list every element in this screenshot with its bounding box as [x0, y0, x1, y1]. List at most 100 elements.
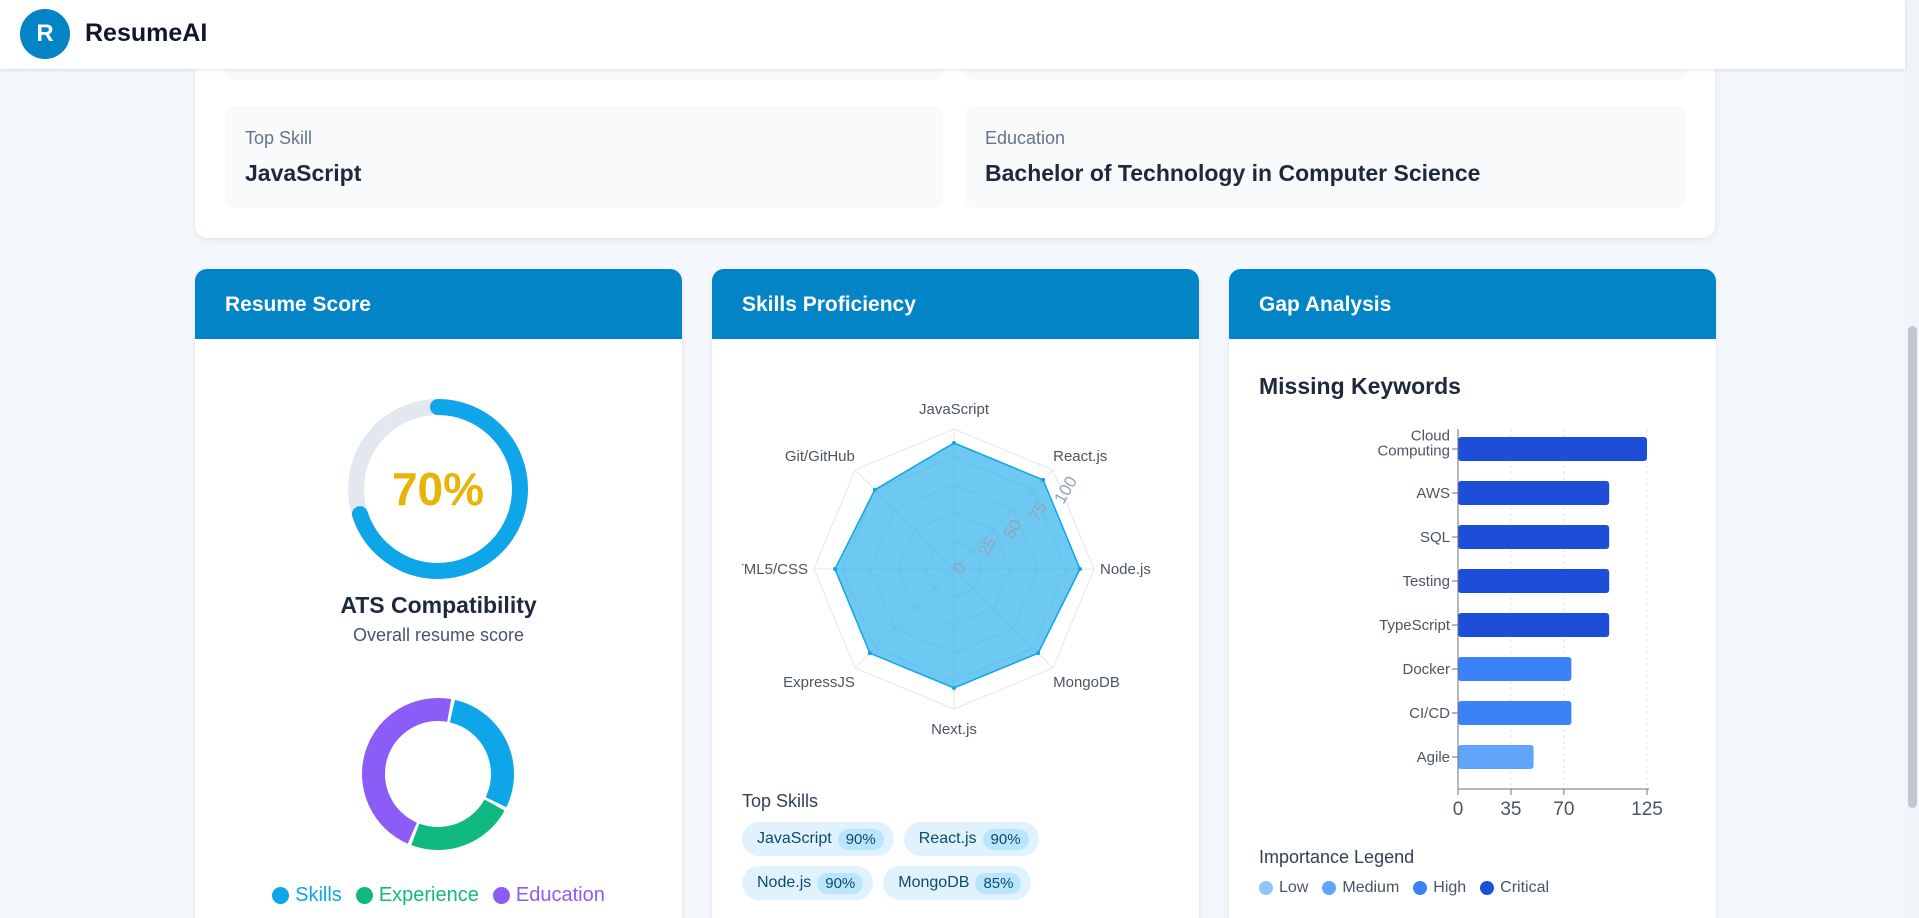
skill-percent: 90% — [982, 828, 1029, 850]
legend-label: Critical — [1500, 879, 1550, 896]
skill-percent: 85% — [975, 872, 1022, 894]
keyword-bar[interactable] — [1458, 613, 1610, 637]
x-tick-label: 35 — [1500, 799, 1521, 820]
donut-slice-skills[interactable] — [449, 699, 514, 808]
importance-low: Low — [1259, 879, 1308, 897]
importance-legend: Low Medium High Critical — [1259, 879, 1549, 897]
page-scrollbar-thumb[interactable] — [1908, 326, 1917, 808]
keyword-bar[interactable] — [1458, 525, 1610, 549]
legend-label: Education — [515, 884, 605, 906]
legend-swatch — [272, 887, 290, 904]
radar-tick-label: 100 — [1050, 473, 1081, 507]
skill-chip[interactable]: JavaScript 90% — [742, 822, 894, 856]
skill-name: JavaScript — [757, 830, 832, 847]
bar-category-label: AWS — [1416, 485, 1450, 502]
gap-analysis-header: Gap Analysis — [1229, 269, 1716, 339]
importance-high: High — [1413, 879, 1466, 897]
app-name[interactable]: ResumeAI — [85, 19, 207, 48]
radar-axis-label: Next.js — [931, 721, 977, 738]
education-value: Bachelor of Technology in Computer Scien… — [985, 160, 1481, 186]
keyword-bar[interactable] — [1458, 657, 1572, 681]
page-scrollbar[interactable] — [1905, 0, 1919, 918]
score-breakdown-legend: Skills Experience Education — [195, 884, 682, 907]
skills-proficiency-header: Skills Proficiency — [712, 269, 1199, 339]
legend-swatch — [1413, 881, 1428, 895]
skills-radar-chart: JavaScript React.js Node.js MongoDB Next.js E… — [742, 401, 1151, 738]
radar-axis-label: HTML5/CSS — [742, 561, 808, 578]
importance-medium: Medium — [1322, 879, 1399, 897]
radar-axis-label: ExpressJS — [783, 674, 855, 691]
top-skill-box: Top Skill JavaScript — [225, 106, 943, 208]
education-box: Education Bachelor of Technology in Comp… — [965, 106, 1685, 208]
skill-name: Node.js — [757, 874, 812, 891]
radar-point[interactable] — [1036, 651, 1041, 656]
radar-point[interactable] — [1041, 477, 1046, 482]
ats-title: ATS Compatibility — [340, 592, 537, 618]
keyword-bar[interactable] — [1458, 481, 1610, 505]
radar-axis-label: React.js — [1053, 448, 1107, 465]
legend-item-experience[interactable]: Experience — [355, 884, 479, 907]
skill-name: React.js — [918, 830, 977, 847]
keyword-bar[interactable] — [1458, 745, 1534, 769]
donut-slice-experience[interactable] — [411, 799, 505, 850]
donut-slice-education[interactable] — [362, 698, 452, 844]
bar-category-label: Docker — [1402, 661, 1450, 678]
bar-category-label: CI/CD — [1409, 705, 1450, 722]
x-tick-label: 125 — [1631, 799, 1663, 820]
skills-proficiency-panel: Skills Proficiency JavaScript React.js Nod… — [712, 269, 1199, 918]
bar-category-label: SQL — [1420, 529, 1450, 546]
radar-axis-label: MongoDB — [1053, 674, 1120, 691]
legend-item-skills[interactable]: Skills — [272, 884, 342, 907]
radar-point[interactable] — [952, 686, 956, 690]
legend-label: Medium — [1342, 879, 1400, 896]
legend-label: Low — [1279, 879, 1309, 896]
app-logo[interactable]: R — [20, 9, 70, 59]
skill-chip[interactable]: React.js 90% — [903, 822, 1039, 856]
skill-percent: 90% — [837, 828, 884, 850]
skill-chip[interactable]: Node.js 90% — [742, 866, 874, 900]
legend-label: Experience — [378, 884, 479, 906]
top-skill-label: Top Skill — [245, 128, 313, 148]
bar-category-label: Computing — [1377, 443, 1450, 460]
x-tick-label: 70 — [1553, 799, 1574, 820]
keyword-bar[interactable] — [1458, 569, 1610, 593]
resume-score-panel: Resume Score 70% ATS Compatibility Overa… — [195, 269, 682, 918]
ats-score-value: 70% — [392, 463, 484, 515]
legend-swatch — [355, 887, 373, 904]
radar-axis-label: JavaScript — [919, 401, 990, 418]
skill-chip[interactable]: MongoDB 85% — [883, 866, 1032, 900]
skill-percent: 90% — [817, 872, 864, 894]
bar-category-label: Testing — [1402, 573, 1450, 590]
resume-score-header: Resume Score — [195, 269, 682, 339]
legend-item-education[interactable]: Education — [492, 884, 605, 907]
radar-point[interactable] — [833, 567, 837, 571]
radar-point[interactable] — [867, 651, 872, 656]
top-skills-list: JavaScript 90% React.js 90% Node.js 90% … — [742, 822, 1172, 900]
importance-legend-title: Importance Legend — [1259, 847, 1415, 867]
radar-point[interactable] — [872, 487, 877, 492]
importance-critical: Critical — [1480, 879, 1549, 897]
legend-swatch — [1259, 881, 1273, 895]
bar-category-label: TypeScript — [1379, 617, 1451, 634]
radar-axis-label: Git/GitHub — [785, 448, 855, 465]
top-skill-value: JavaScript — [245, 160, 362, 186]
gap-analysis-panel: Gap Analysis Missing Keywords Cloud Compu… — [1229, 269, 1716, 918]
radar-point[interactable] — [952, 441, 956, 445]
score-breakdown-donut — [362, 698, 514, 850]
legend-swatch — [1322, 881, 1337, 895]
legend-label: Skills — [295, 884, 342, 906]
missing-keywords-bar-chart: CloudComputingAWSSQLTestingTypeScriptDoc… — [1377, 428, 1663, 821]
ats-subtitle: Overall resume score — [352, 625, 525, 645]
resume-summary-card: Top Skill JavaScript Education Bachelor … — [195, 30, 1715, 238]
top-navbar: R ResumeAI — [0, 0, 1905, 69]
keyword-bar[interactable] — [1458, 701, 1572, 725]
x-tick-label: 0 — [1453, 799, 1464, 820]
legend-swatch — [1480, 881, 1495, 895]
skill-name: MongoDB — [898, 874, 970, 891]
missing-keywords-title: Missing Keywords — [1259, 373, 1461, 399]
keyword-bar[interactable] — [1458, 437, 1647, 461]
radar-axis-label: Node.js — [1100, 561, 1151, 578]
bar-category-label: Agile — [1417, 749, 1450, 766]
legend-label: High — [1433, 879, 1467, 896]
radar-point[interactable] — [1078, 567, 1082, 571]
